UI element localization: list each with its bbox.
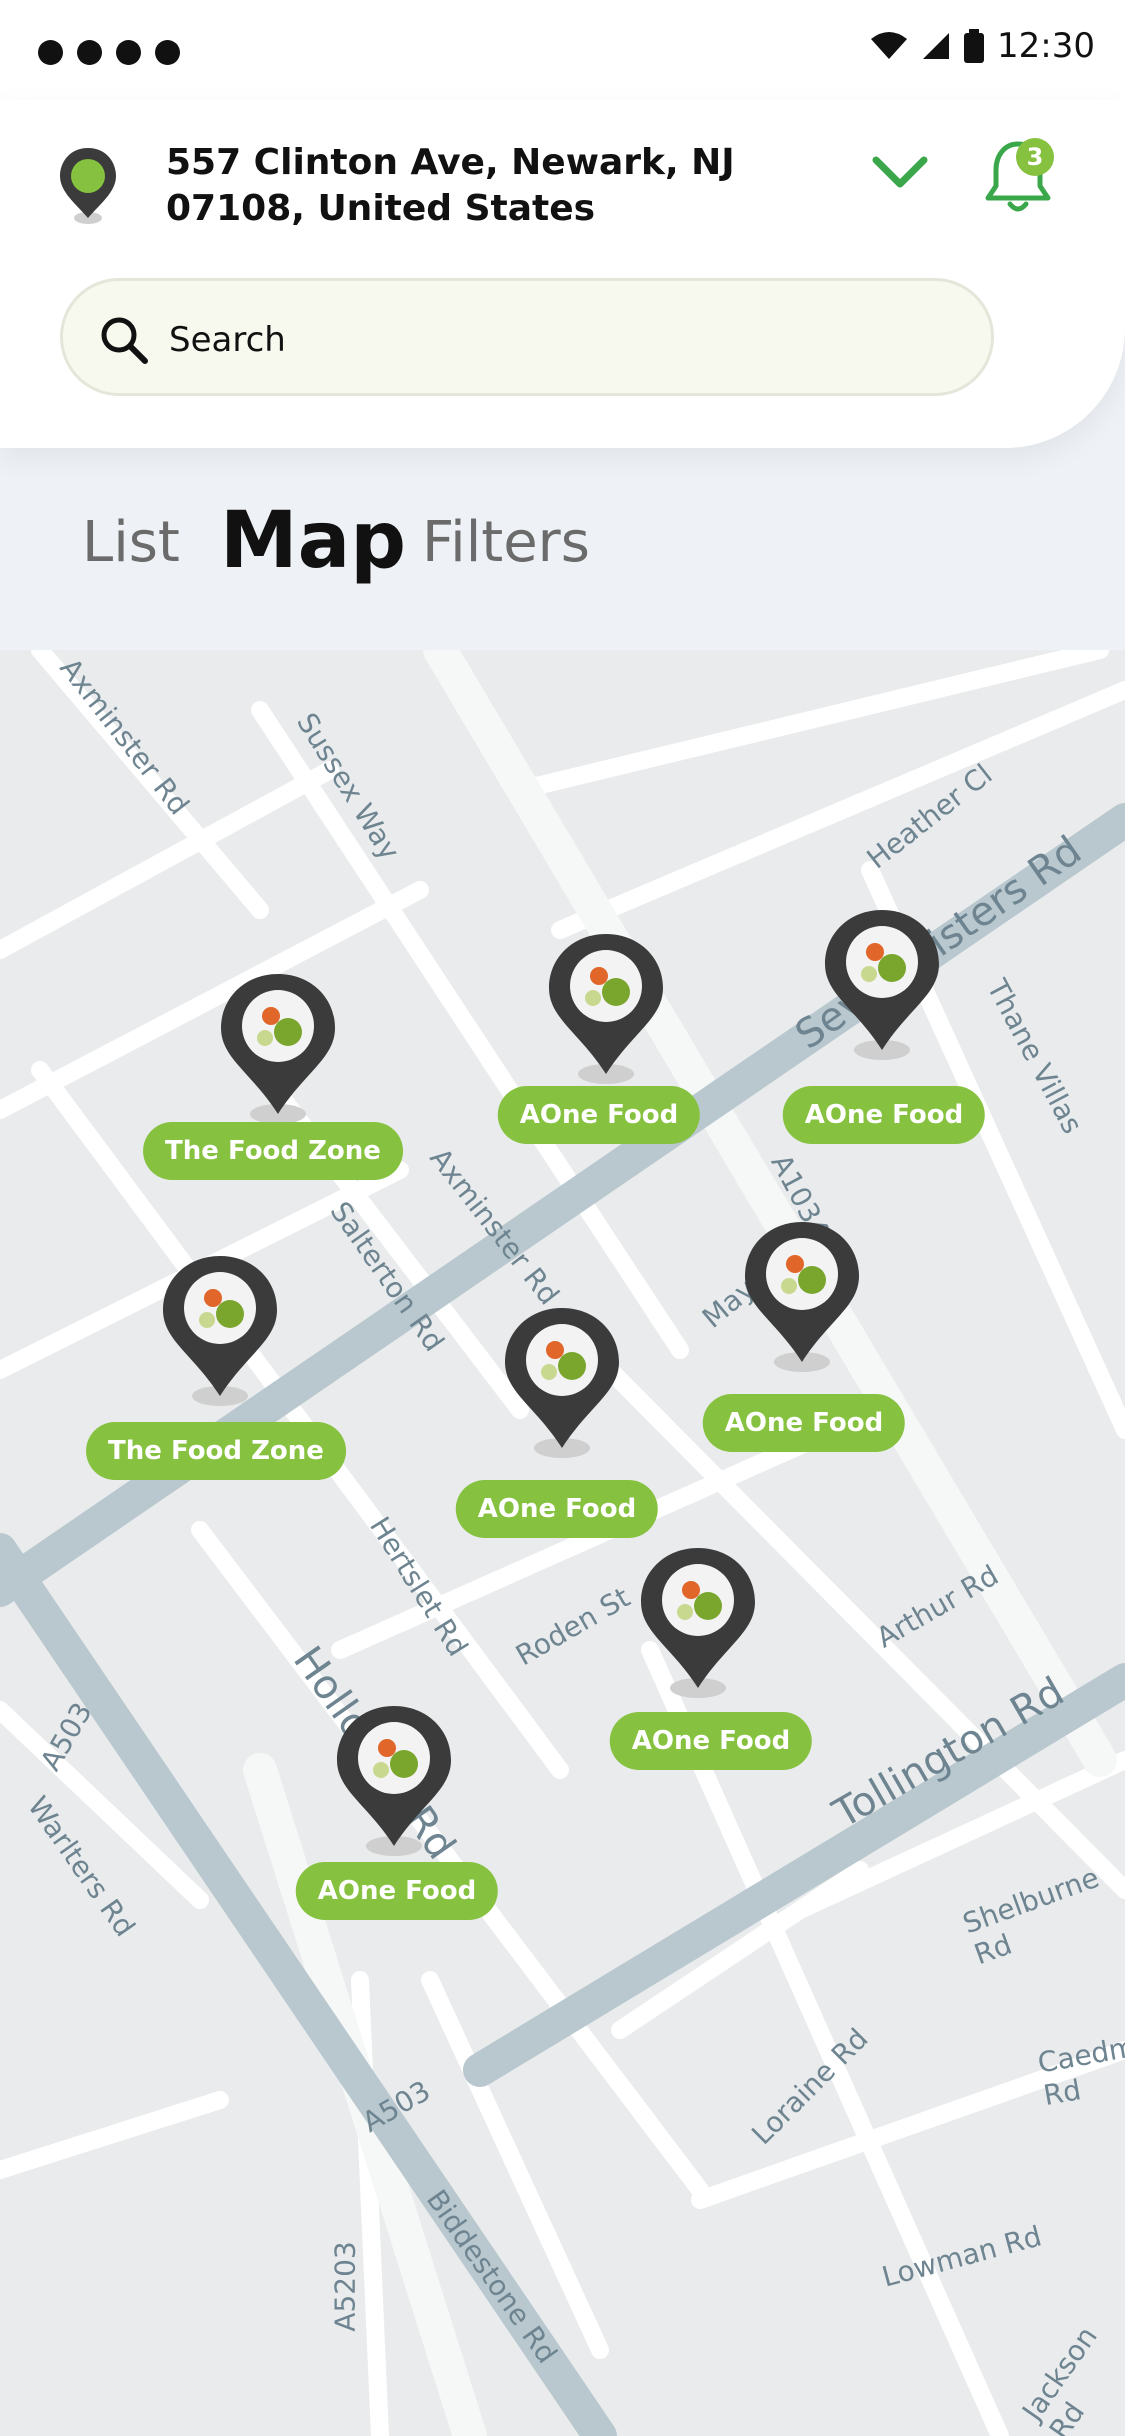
pin-label[interactable]: AOne Food [295, 1862, 499, 1920]
cellular-icon [923, 33, 950, 59]
pin-label[interactable]: AOne Food [782, 1086, 986, 1144]
pin-label[interactable]: AOne Food [702, 1394, 906, 1452]
street-label: Axminster Rd [423, 1141, 566, 1312]
signal-dots-icon [38, 40, 180, 65]
street-label: Salterton Rd [323, 1195, 451, 1358]
status-time: 12:30 [997, 26, 1095, 66]
notification-badge: 3 [1016, 138, 1054, 176]
restaurant-pin[interactable] [633, 1542, 763, 1706]
street-label: Jackson Rd [1015, 2320, 1104, 2436]
search-icon [101, 317, 148, 364]
street-label: Sussex Way [290, 707, 407, 866]
street-label: Shelburne Rd [958, 1860, 1104, 1972]
tab-map[interactable]: Map [220, 496, 406, 586]
pin-label[interactable]: AOne Food [455, 1480, 659, 1538]
pin-label[interactable]: The Food Zone [143, 1122, 403, 1180]
chevron-down-icon[interactable] [870, 150, 930, 194]
restaurant-pin[interactable] [541, 928, 671, 1092]
tab-list[interactable]: List [82, 510, 180, 575]
street-label: A503 [356, 2074, 436, 2139]
pin-label[interactable]: The Food Zone [86, 1422, 346, 1480]
map-marker-icon [549, 934, 663, 1084]
pin-label[interactable]: AOne Food [609, 1712, 813, 1770]
map-marker-icon [337, 1706, 451, 1856]
battery-icon [964, 29, 985, 63]
map-view[interactable]: Axminster Rd Sussex Way Heather Cl Seven… [0, 650, 1125, 2436]
street-label: Tollington Rd [825, 1668, 1072, 1838]
map-marker-icon [641, 1548, 755, 1698]
tab-filters[interactable]: Filters [422, 510, 590, 575]
wifi-icon [871, 32, 908, 59]
map-marker-icon [825, 910, 939, 1060]
street-label: Caedmon Rd [1035, 2023, 1125, 2113]
street-label: Loraine Rd [745, 2021, 875, 2152]
street-label: Biddestone Rd [419, 2183, 564, 2370]
status-indicators: 12:30 [869, 26, 1095, 66]
map-marker-icon [163, 1256, 277, 1406]
street-label: A503 [33, 1696, 99, 1777]
street-label: Heather Cl [860, 757, 999, 876]
street-label: Arthur Rd [870, 1558, 1005, 1655]
street-label: A5203 [328, 2241, 362, 2332]
pin-label[interactable]: AOne Food [497, 1086, 701, 1144]
search-input[interactable] [167, 311, 951, 369]
restaurant-pin[interactable] [329, 1700, 459, 1864]
restaurant-pin[interactable] [497, 1302, 627, 1466]
street-label: Hertslet Rd [363, 1510, 475, 1663]
street-label: Roden St [510, 1580, 636, 1673]
map-marker-icon [505, 1308, 619, 1458]
restaurant-pin[interactable] [817, 904, 947, 1068]
restaurant-pin[interactable] [213, 968, 343, 1132]
current-address[interactable]: 557 Clinton Ave, Newark, NJ 07108, Unite… [166, 140, 846, 232]
street-label: Warlters Rd [21, 1790, 142, 1943]
location-pin-icon [60, 148, 116, 224]
street-label: Axminster Rd [53, 651, 196, 822]
street-label: Thane Villas [980, 973, 1090, 1140]
street-labels: Axminster Rd Sussex Way Heather Cl Seven… [0, 650, 1125, 2436]
restaurant-pin[interactable] [737, 1216, 867, 1380]
status-bar: 12:30 [0, 0, 1125, 100]
map-marker-icon [221, 974, 335, 1124]
restaurant-pin[interactable] [155, 1250, 285, 1414]
search-bar[interactable] [60, 278, 994, 396]
street-label: Lowman Rd [878, 2219, 1045, 2294]
map-marker-icon [745, 1222, 859, 1372]
